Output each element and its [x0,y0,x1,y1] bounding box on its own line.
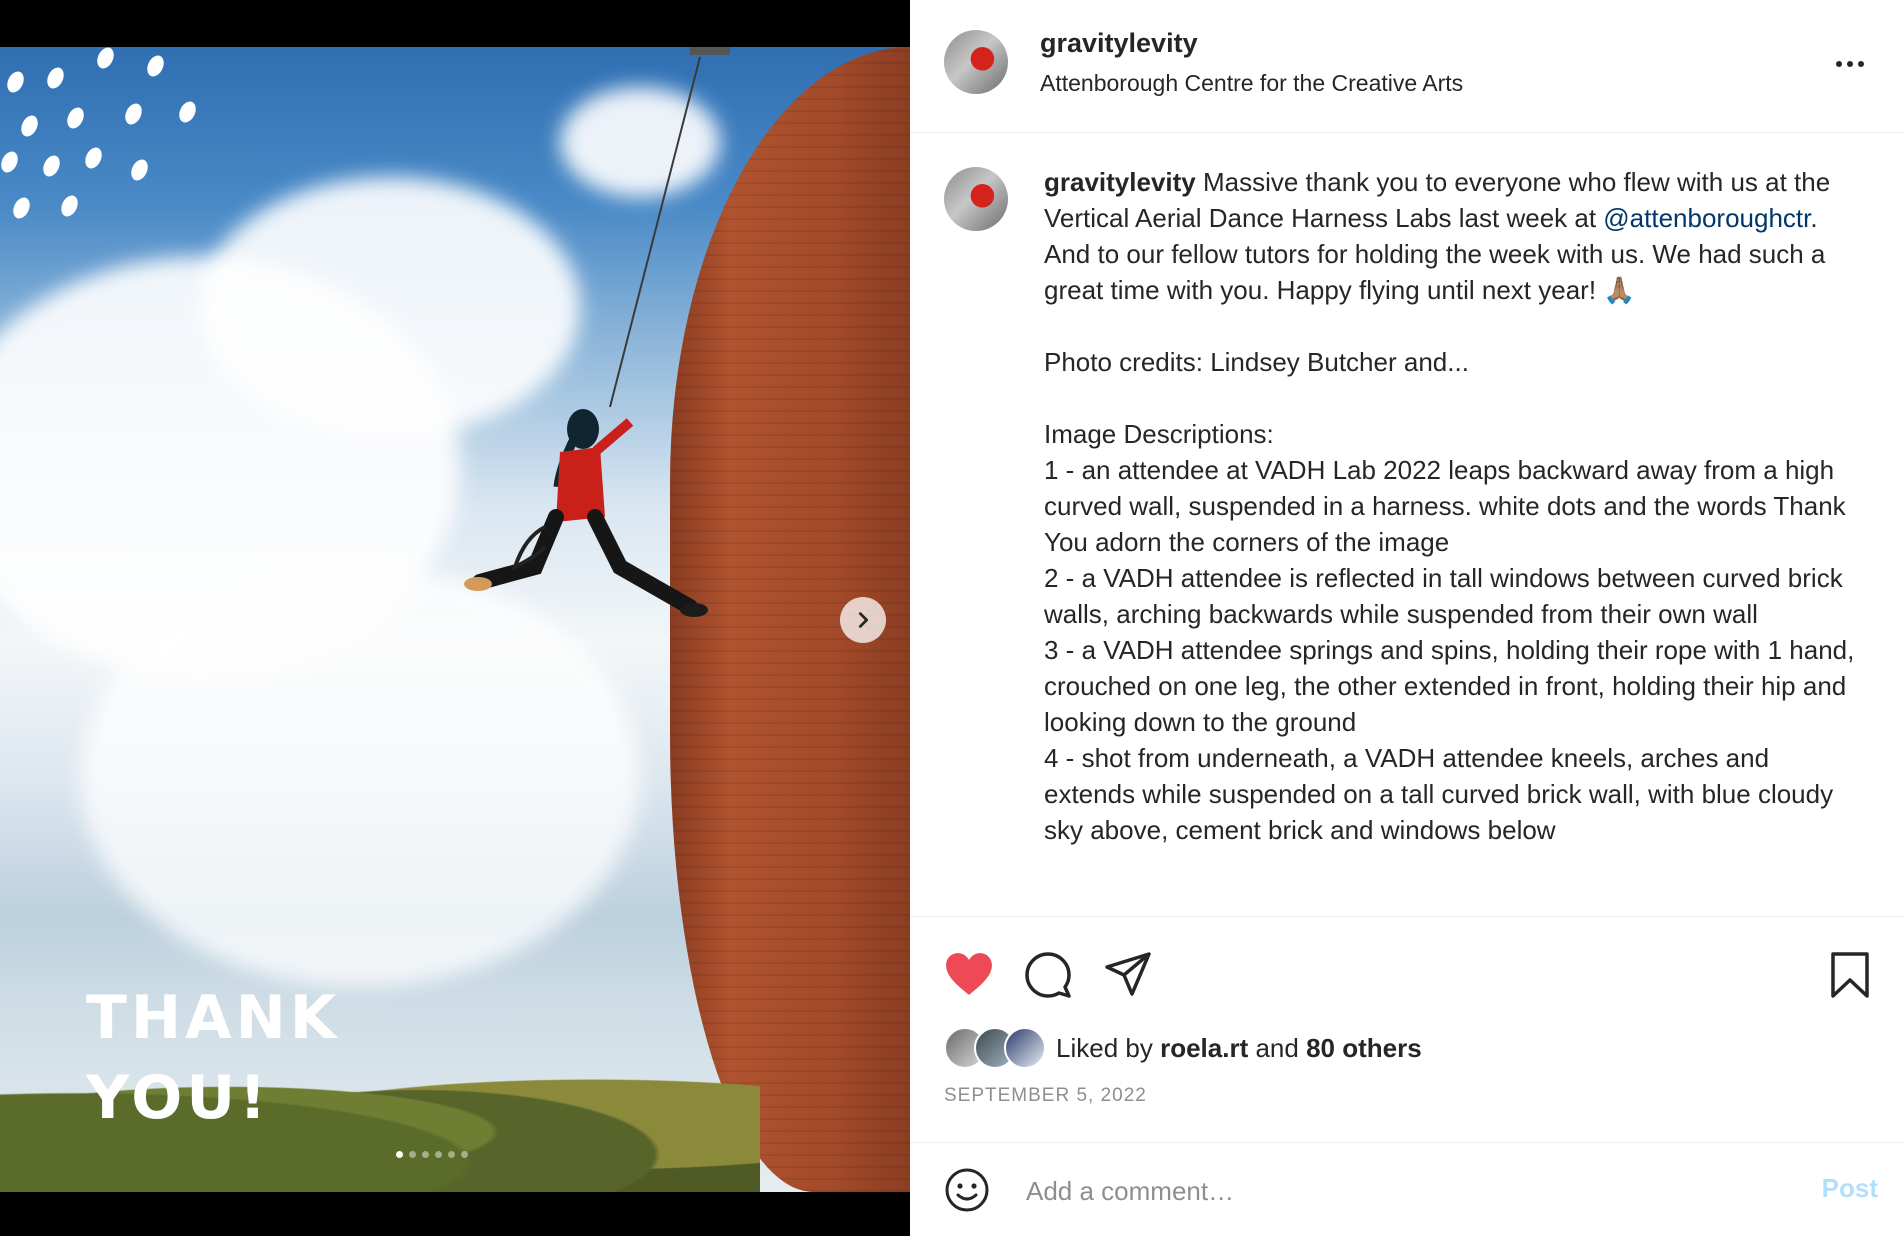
avatar[interactable] [944,30,1008,94]
carousel-dot [396,1151,403,1158]
header-username[interactable]: gravitylevity [1040,28,1198,59]
post-date: SEPTEMBER 5, 2022 [944,1085,1147,1106]
carousel-dot [422,1151,429,1158]
post-comment-button[interactable]: Post [1822,1173,1878,1204]
avatar[interactable] [944,167,1008,231]
smiley-icon[interactable] [944,1167,990,1213]
liker-username[interactable]: roela.rt [1160,1033,1248,1063]
comment-icon[interactable] [1024,951,1072,999]
liked-by-label: Liked by [1056,1032,1153,1063]
post-header: gravitylevity Attenborough Centre for th… [910,0,1904,133]
location-link[interactable]: Attenborough Centre for the Creative Art… [1040,70,1463,97]
next-slide-button[interactable] [840,597,886,643]
carousel-dot [435,1151,442,1158]
comment-form: Post [910,1142,1904,1237]
liked-by-joiner: and [1255,1032,1299,1063]
post-media: THANK YOU! [0,0,910,1236]
action-bar: Liked by roela.rt and 80 others SEPTEMBE… [910,916,1904,1143]
chevron-right-icon [858,612,869,628]
likes-summary: Liked by roela.rt and 80 others [944,1027,1422,1069]
thank-you-overlay: THANK YOU! [86,983,341,1133]
bookmark-icon[interactable] [1830,951,1870,999]
paper-plane-icon[interactable] [1104,951,1152,999]
heart-filled-icon[interactable] [944,951,994,997]
others-count-link[interactable]: 80 others [1306,1033,1422,1063]
caption-username[interactable]: gravitylevity [1044,167,1196,197]
liker-avatar[interactable] [1004,1027,1046,1069]
post-details: gravitylevity Attenborough Centre for th… [910,0,1904,1236]
carousel-dot [448,1151,455,1158]
carousel-dot [461,1151,468,1158]
more-horizontal-icon[interactable] [1830,44,1870,84]
caption-body-rest: . And to our fellow tutors for holding t… [1044,203,1855,845]
mention-link[interactable]: @attenboroughctr [1603,203,1810,233]
carousel-pagination [396,1151,468,1158]
comment-input[interactable] [1024,1165,1748,1217]
liked-by-text: Liked by roela.rt and 80 others [1056,1033,1422,1064]
caption-area: gravitylevity Massive thank you to every… [910,132,1904,916]
carousel-dot [409,1151,416,1158]
caption-text: gravitylevity Massive thank you to every… [1044,164,1864,848]
